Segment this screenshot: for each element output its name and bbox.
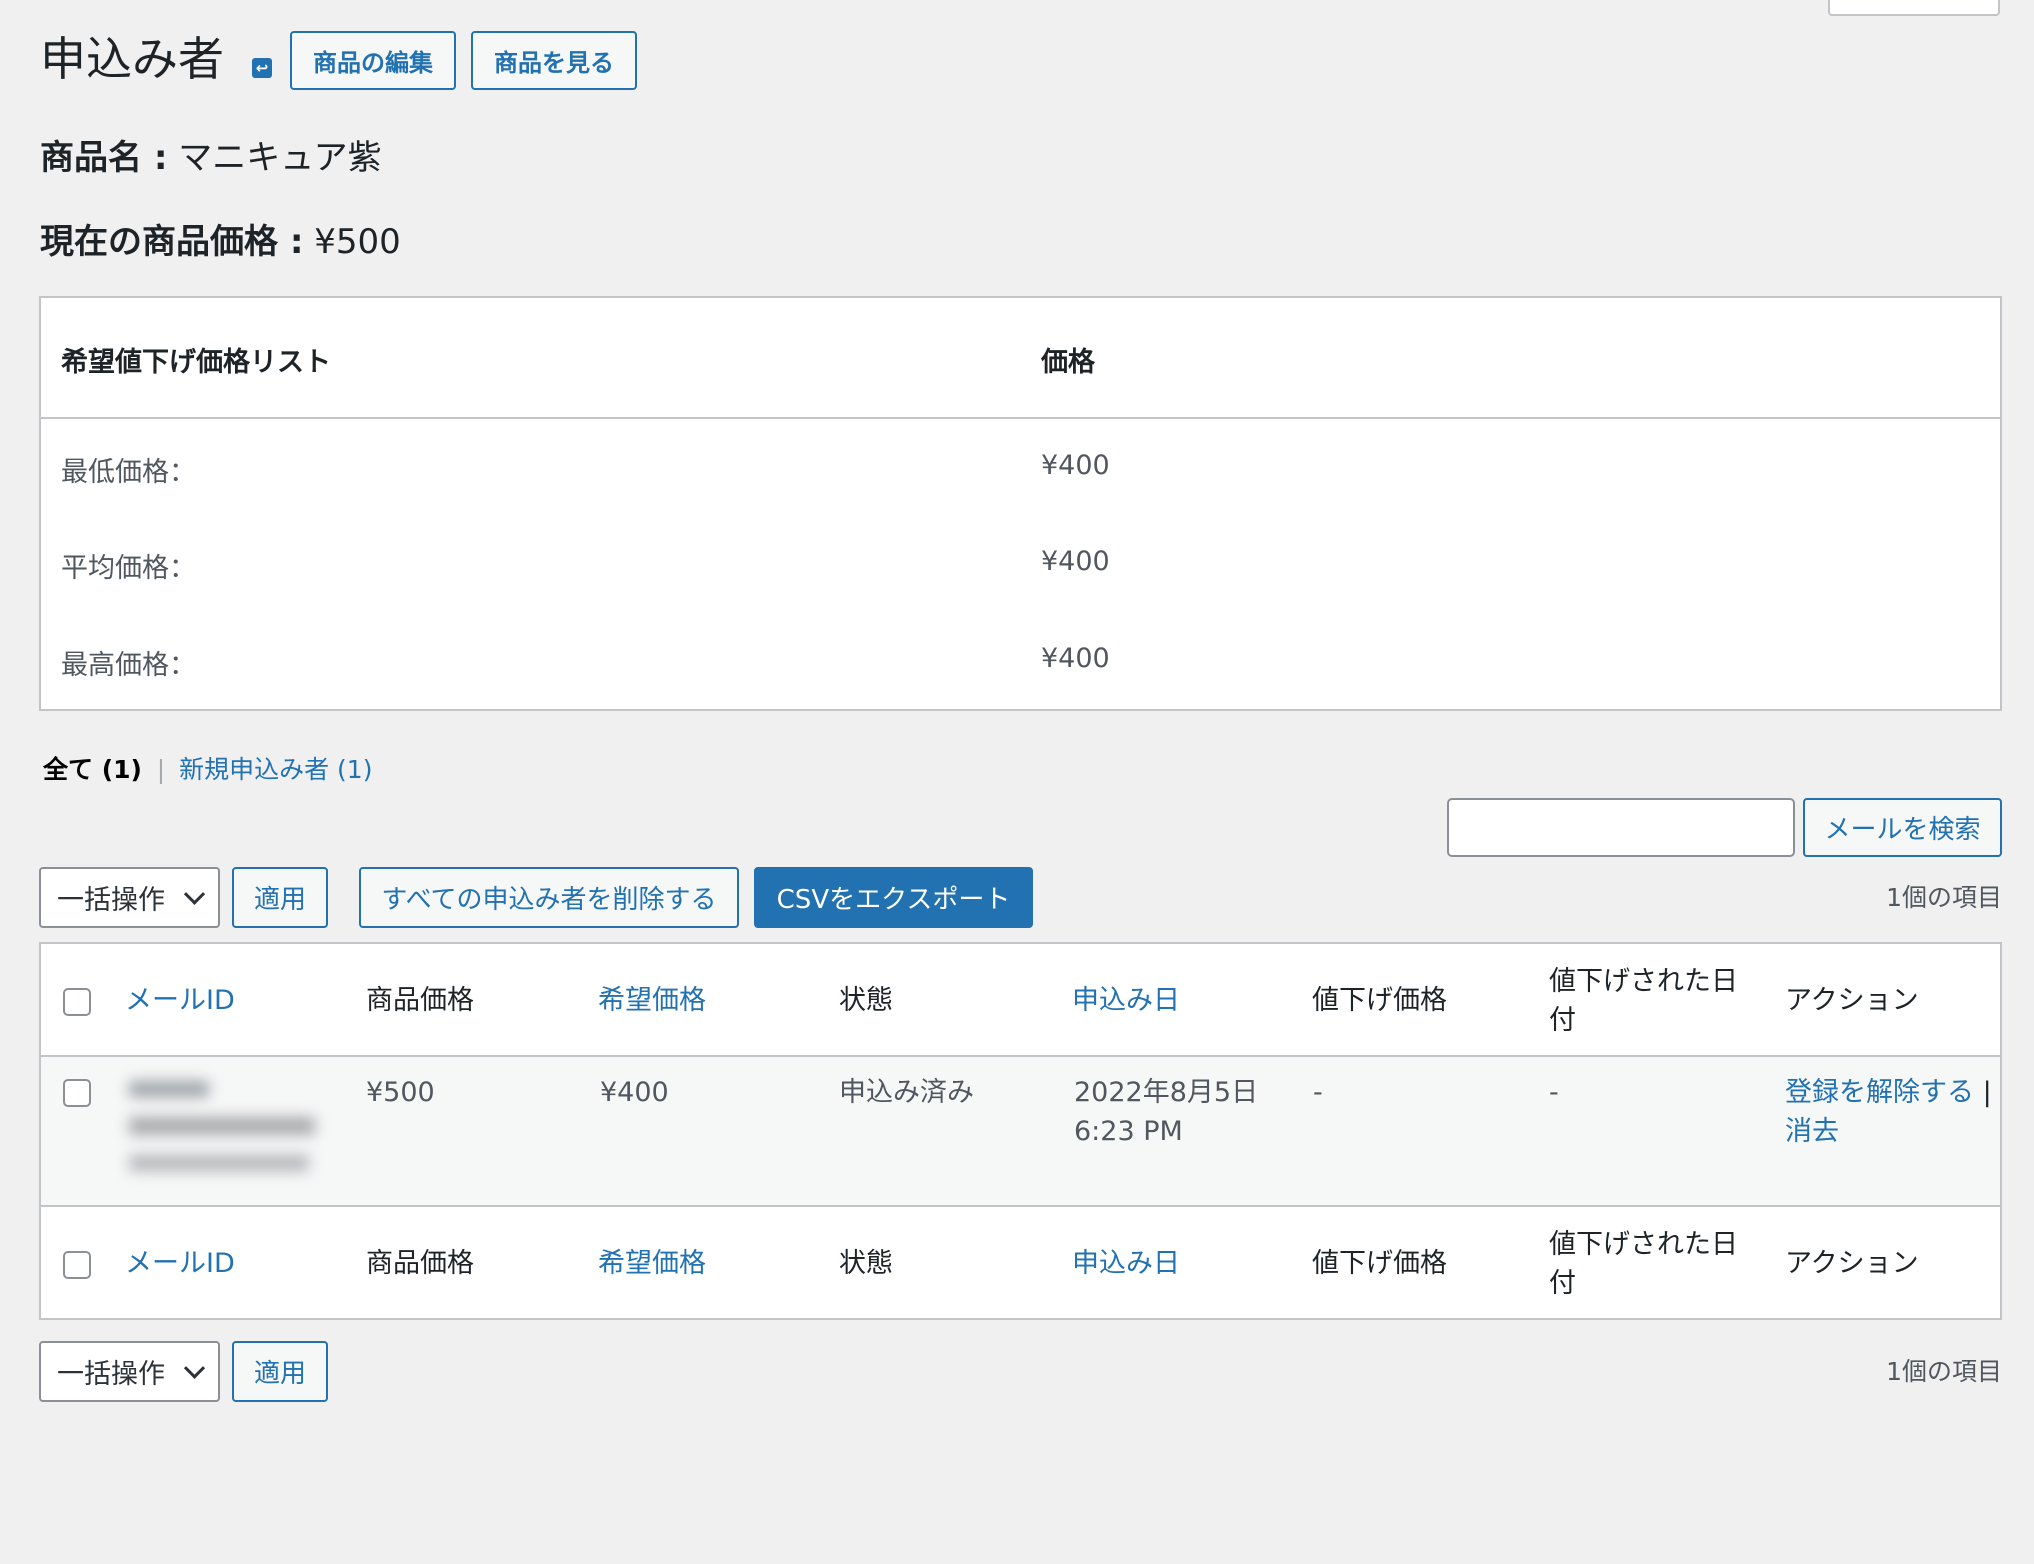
apply-button[interactable]: 適用 xyxy=(232,867,328,928)
export-csv-button[interactable]: CSVをエクスポート xyxy=(754,867,1033,928)
row-status: 申込み済み xyxy=(839,1077,974,1108)
row-actions: 登録を解除する | 消去 xyxy=(1785,1073,2000,1151)
search-email-button[interactable]: メールを検索 xyxy=(1803,798,2002,857)
price-list-header-name: 希望値下げ価格リスト xyxy=(61,347,331,378)
column-product-price: 商品価格 xyxy=(366,985,474,1016)
search-input-field[interactable] xyxy=(1449,800,1793,855)
table-row: ¥500 ¥400 申込み済み 2022年8月5日 6:23 PM - - 登録… xyxy=(41,1057,2000,1207)
row-product-price: ¥500 xyxy=(366,1077,435,1108)
footer-column-email[interactable]: メールID xyxy=(125,1244,235,1283)
select-all-checkbox-bottom[interactable] xyxy=(63,1251,91,1279)
column-reduced-price: 値下げ価格 xyxy=(1312,985,1447,1016)
column-reduced-date-line2: 付 xyxy=(1549,1005,1576,1036)
footer-column-action: アクション xyxy=(1785,1248,1919,1279)
bulk-action-select[interactable]: 一括操作 xyxy=(39,867,220,928)
column-applied-date[interactable]: 申込み日 xyxy=(1072,981,1180,1020)
footer-column-reduced-date-line1: 値下げされた日 xyxy=(1549,1229,1738,1260)
edit-product-button[interactable]: 商品の編集 xyxy=(290,31,456,90)
row-reduced-date: - xyxy=(1549,1077,1559,1108)
column-action: アクション xyxy=(1785,985,1919,1016)
row-checkbox[interactable] xyxy=(63,1079,91,1107)
page-title: 申込み者 xyxy=(40,32,224,86)
footer-column-reduced-date-line2: 付 xyxy=(1549,1268,1576,1299)
external-link-icon[interactable]: ↩ xyxy=(252,58,272,78)
row-desired-price: ¥400 xyxy=(600,1077,669,1108)
table-header-row: メールID 商品価格 希望価格 状態 申込み日 値下げ価格 値下げされた日 付 … xyxy=(41,944,2000,1057)
screen-options-button[interactable] xyxy=(1828,0,2000,16)
bulk-action-select-bottom[interactable]: 一括操作 xyxy=(39,1341,220,1402)
row-reduced-price: - xyxy=(1313,1077,1323,1108)
column-email[interactable]: メールID xyxy=(125,981,235,1020)
filter-all-label: 全て xyxy=(43,755,94,784)
product-name: 商品名 : マニキュア紫 xyxy=(40,134,382,182)
filter-all-count: (1) xyxy=(101,755,142,784)
price-list-header: 希望値下げ価格リスト 価格 xyxy=(41,298,2000,419)
apply-button-bottom[interactable]: 適用 xyxy=(232,1341,328,1402)
product-name-label: 商品名 : xyxy=(40,138,168,178)
current-price: 現在の商品価格 : ¥500 xyxy=(40,218,401,266)
filter-all[interactable]: 全て (1) xyxy=(43,755,151,784)
row-applied-date-line2: 6:23 PM xyxy=(1074,1116,1183,1147)
item-count-bottom: 1個の項目 xyxy=(1886,1357,2002,1386)
bulk-action-label: 一括操作 xyxy=(57,885,165,916)
bulk-action-label-bottom: 一括操作 xyxy=(57,1359,165,1390)
unsubscribe-link[interactable]: 登録を解除する xyxy=(1785,1077,1974,1108)
column-desired-price[interactable]: 希望価格 xyxy=(598,981,706,1020)
row-applied-date: 2022年8月5日 6:23 PM xyxy=(1074,1073,1258,1151)
price-row-avg-value: ¥400 xyxy=(1041,546,1110,577)
search-input[interactable] xyxy=(1447,798,1795,857)
delete-link[interactable]: 消去 xyxy=(1785,1116,1839,1147)
current-price-value: ¥500 xyxy=(314,222,401,262)
view-product-button[interactable]: 商品を見る xyxy=(471,31,637,90)
filter-links: 全て (1) | 新規申込み者 (1) xyxy=(43,752,372,788)
chevron-down-icon xyxy=(183,1357,206,1379)
footer-column-reduced-price: 値下げ価格 xyxy=(1312,1248,1447,1279)
filter-new[interactable]: 新規申込み者 (1) xyxy=(179,755,372,784)
item-count-top: 1個の項目 xyxy=(1886,883,2002,912)
column-reduced-date-line1: 値下げされた日 xyxy=(1549,966,1738,997)
product-name-value: マニキュア紫 xyxy=(178,138,382,178)
price-list-table: 希望値下げ価格リスト 価格 最低価格： ¥400 平均価格： ¥400 最高価格… xyxy=(39,296,2002,711)
table-footer-row: メールID 商品価格 希望価格 状態 申込み日 値下げ価格 値下げされた日 付 … xyxy=(41,1207,2000,1320)
price-row-min-label: 最低価格： xyxy=(61,457,196,488)
row-applied-date-line1: 2022年8月5日 xyxy=(1074,1077,1259,1108)
column-reduced-date: 値下げされた日 付 xyxy=(1549,962,1749,1040)
column-status: 状態 xyxy=(839,985,893,1016)
price-list-header-price: 価格 xyxy=(1041,347,1095,378)
footer-column-applied-date[interactable]: 申込み日 xyxy=(1072,1244,1180,1283)
filter-separator: | xyxy=(156,755,166,784)
action-separator: | xyxy=(1982,1077,1992,1108)
footer-column-reduced-date: 値下げされた日 付 xyxy=(1549,1225,1749,1303)
price-row-max-label: 最高価格： xyxy=(61,650,196,681)
price-row-min-value: ¥400 xyxy=(1041,450,1110,481)
current-price-label: 現在の商品価格 : xyxy=(40,222,304,262)
price-row-max-value: ¥400 xyxy=(1041,643,1110,674)
footer-column-status: 状態 xyxy=(839,1248,893,1279)
applicants-table: メールID 商品価格 希望価格 状態 申込み日 値下げ価格 値下げされた日 付 … xyxy=(39,942,2002,1320)
price-row-avg-label: 平均価格： xyxy=(61,553,196,584)
chevron-down-icon xyxy=(183,883,206,905)
delete-all-applicants-button[interactable]: すべての申込み者を削除する xyxy=(359,867,739,928)
email-redacted xyxy=(123,1069,331,1185)
select-all-checkbox[interactable] xyxy=(63,988,91,1016)
footer-column-desired-price[interactable]: 希望価格 xyxy=(598,1244,706,1283)
footer-column-product-price: 商品価格 xyxy=(366,1248,474,1279)
